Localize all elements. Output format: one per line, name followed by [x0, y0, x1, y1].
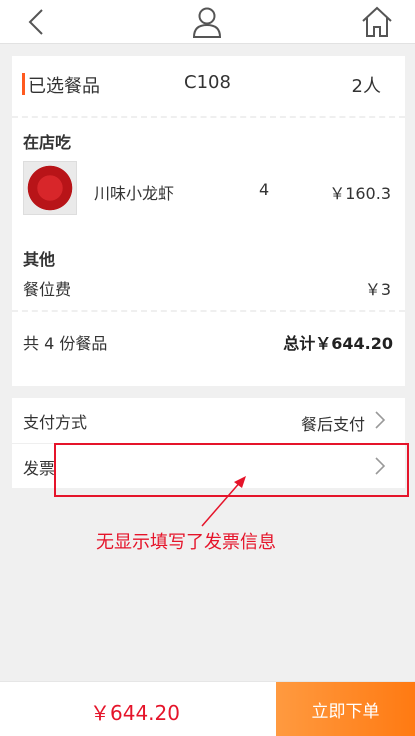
accent-bar — [22, 73, 25, 95]
dish-name: 川味小龙虾 — [94, 184, 175, 203]
other-label: 其他 — [23, 250, 56, 269]
bottom-bar: ￥644.20 立即下单 — [0, 681, 415, 736]
dish-quantity: 4 — [259, 180, 270, 199]
order-card: 已选餐品 C108 2人 在店吃 川味小龙虾 4 ￥160.3 其他 餐位费 ￥… — [12, 56, 405, 386]
annotation-arrow-icon — [201, 476, 246, 527]
invoice-label: 发票 — [23, 459, 56, 478]
table-number: C108 — [184, 72, 231, 93]
dashed-divider — [12, 116, 405, 118]
people-count: 2人 — [351, 76, 381, 97]
user-icon[interactable] — [191, 6, 223, 38]
footer-total-price: ￥644.20 — [90, 701, 180, 725]
place-order-button[interactable]: 立即下单 — [276, 682, 415, 736]
home-icon[interactable] — [360, 6, 394, 38]
payment-method-label: 支付方式 — [23, 413, 88, 432]
chevron-left-icon[interactable] — [22, 6, 50, 38]
payment-method-value: 餐后支付 — [300, 415, 365, 434]
seat-fee-price: ￥3 — [364, 280, 391, 299]
payment-method-row[interactable]: 支付方式 餐后支付 — [12, 398, 405, 443]
seat-fee-name: 餐位费 — [23, 280, 72, 299]
item-count: 共 4 份餐品 — [23, 334, 108, 353]
selected-dishes-title: 已选餐品 — [28, 76, 100, 97]
top-nav-bar — [0, 0, 415, 44]
order-total: 总计￥644.20 — [283, 334, 393, 353]
dashed-divider — [12, 310, 405, 312]
order-summary-row: 已选餐品 C108 2人 — [12, 56, 405, 114]
dish-price: ￥160.3 — [329, 184, 391, 203]
annotation-text: 无显示填写了发票信息 — [96, 532, 276, 553]
dish-image — [23, 161, 77, 215]
dine-in-label: 在店吃 — [23, 133, 72, 152]
chevron-right-icon — [375, 411, 386, 429]
